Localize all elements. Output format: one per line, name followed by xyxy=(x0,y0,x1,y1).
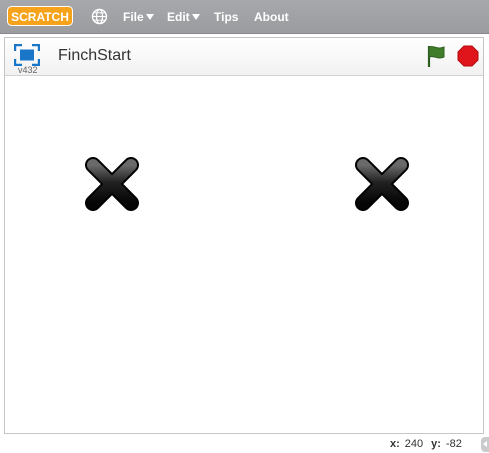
chevron-down-icon xyxy=(145,14,154,20)
edit-menu-label: Edit xyxy=(167,10,190,24)
x-mark-icon[interactable] xyxy=(352,154,412,214)
chevron-down-icon xyxy=(191,14,200,20)
svg-text:SCRATCH: SCRATCH xyxy=(11,10,69,24)
fullscreen-present-icon[interactable] xyxy=(14,44,40,66)
x-value: 240 xyxy=(404,438,424,450)
language-globe-icon[interactable] xyxy=(91,8,108,25)
about-menu[interactable]: About xyxy=(254,9,289,25)
file-menu-label: File xyxy=(123,10,144,24)
y-value: -82 xyxy=(445,438,462,450)
file-menu[interactable]: File xyxy=(123,9,154,25)
stage-canvas[interactable] xyxy=(5,76,483,433)
stage-panel: v432 FinchStart xyxy=(4,37,484,434)
menu-bar: SCRATCH File Edit Tips About xyxy=(0,0,489,34)
x-mark-icon[interactable] xyxy=(82,154,142,214)
version-label: v432 xyxy=(18,65,38,75)
edit-menu[interactable]: Edit xyxy=(167,9,200,25)
y-label: y: xyxy=(431,438,441,450)
project-title: FinchStart xyxy=(58,47,131,64)
scratch-logo[interactable]: SCRATCH xyxy=(7,6,73,26)
stage-header: v432 FinchStart xyxy=(5,38,483,76)
stop-icon[interactable] xyxy=(457,45,479,67)
tips-menu[interactable]: Tips xyxy=(214,9,238,25)
x-label: x: xyxy=(390,438,400,450)
green-flag-icon[interactable] xyxy=(425,44,449,68)
mouse-coordinates: x: 240 y: -82 xyxy=(390,438,470,450)
stage-resize-toggle[interactable] xyxy=(481,437,489,452)
